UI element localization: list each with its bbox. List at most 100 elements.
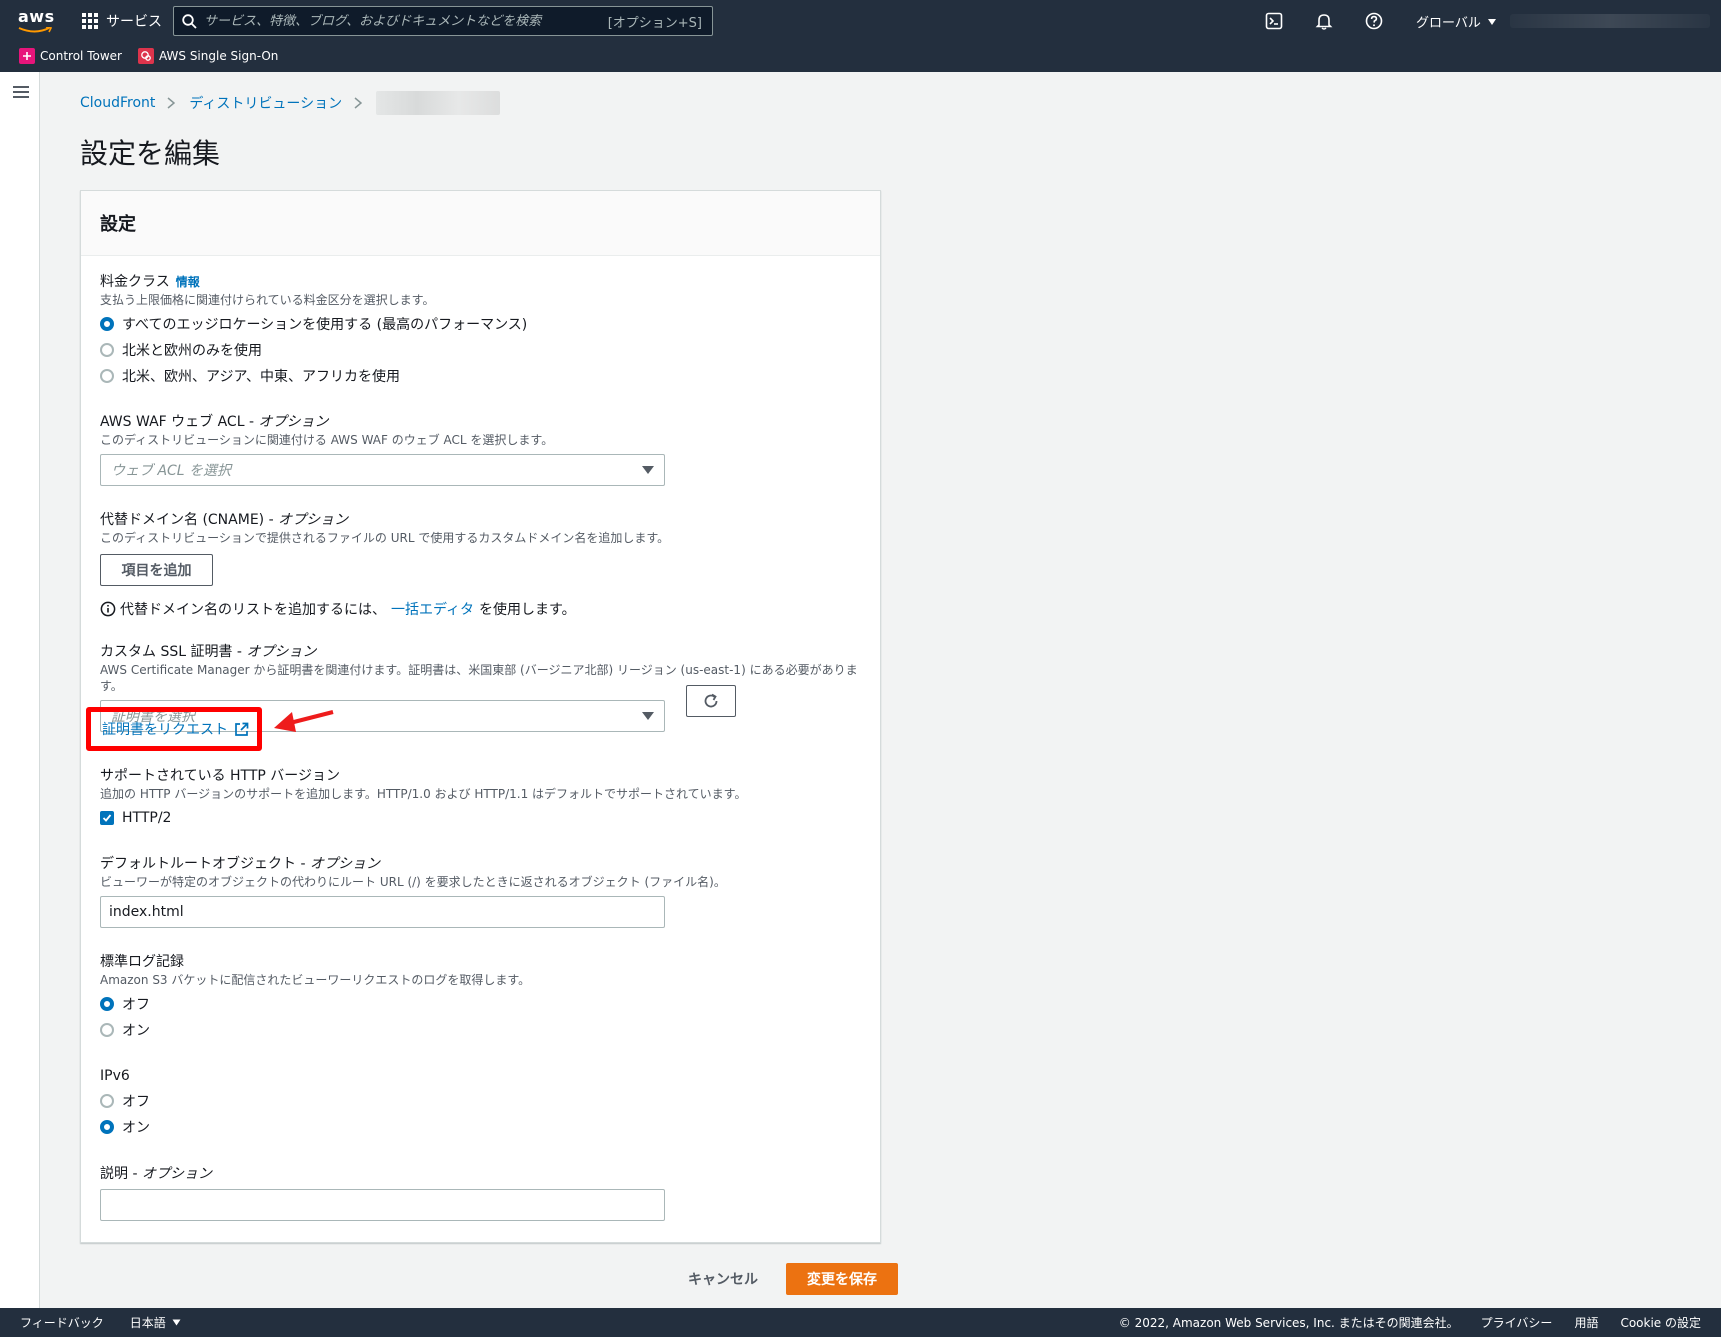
description-label: 説明 - オプション [100,1166,212,1182]
logging-option-off[interactable]: オフ [100,994,530,1014]
console-footer: フィードバック 日本語 © 2022, Amazon Web Services,… [0,1308,1721,1337]
root-object-description: ビューワーが特定のオブジェクトの代わりにルート URL (/) を要求したときに… [100,875,726,889]
ipv6-option-off[interactable]: オフ [100,1091,150,1111]
bulk-editor-note: 代替ドメイン名のリストを追加するには、 一括エディタ を使用します。 [100,599,669,619]
settings-header: 設定 [81,191,880,256]
caret-down-icon [642,712,654,720]
radio-label: オフ [122,997,150,1013]
radio-selected[interactable] [100,997,114,1011]
checkbox-checked[interactable] [100,811,114,825]
caret-down-icon [642,466,654,474]
save-changes-button[interactable]: 変更を保存 [786,1263,898,1295]
cancel-button[interactable]: キャンセル [660,1263,786,1295]
grid-icon [82,13,98,29]
http-version-field: サポートされている HTTP バージョン 追加の HTTP バージョンのサポート… [100,767,746,828]
help-icon[interactable] [1364,11,1384,31]
radio-label: オン [122,1023,150,1039]
aws-logo[interactable]: aws [18,8,54,34]
favorite-label: Control Tower [40,49,122,63]
region-selector[interactable]: グローバル [1416,12,1497,31]
search-icon [174,7,204,35]
logging-description: Amazon S3 バケットに配信されたビューワーリクエストのログを取得します。 [100,973,531,987]
price-class-option-all[interactable]: すべてのエッジロケーションを使用する (最高のパフォーマンス) [100,314,527,334]
ipv6-option-on[interactable]: オン [100,1117,150,1137]
favorite-control-tower[interactable]: Control Tower [19,48,122,64]
ssl-label: カスタム SSL 証明書 - オプション [100,644,317,660]
caret-down-icon [1487,18,1496,25]
request-certificate-highlight: 証明書をリクエスト [86,707,262,751]
favorite-label: AWS Single Sign-On [158,49,279,63]
breadcrumb-distributions[interactable]: ディストリビューション [189,93,342,113]
red-arrow-annotation [274,710,334,732]
terms-link[interactable]: 用語 [1574,1314,1598,1331]
price-class-label-row: 料金クラス 情報 [100,273,527,291]
cookie-settings-link[interactable]: Cookie の設定 [1620,1314,1701,1331]
page-title: 設定を編集 [80,137,221,170]
waf-select[interactable]: ウェブ ACL を選択 [100,454,665,486]
chevron-right-icon [354,97,364,109]
description-field: 説明 - オプション [100,1165,665,1221]
http-version-label: サポートされている HTTP バージョン [100,768,341,784]
request-certificate-link[interactable]: 証明書をリクエスト [102,719,249,739]
optional-tag: オプション [141,1166,212,1182]
aws-logo-text: aws [18,7,55,26]
radio-unselected[interactable] [100,343,114,357]
price-class-field: 料金クラス 情報 支払う上限価格に関連付けられている料金区分を選択します。 すべて… [100,273,527,386]
logging-label: 標準ログ記録 [100,954,184,970]
root-object-input[interactable] [100,896,665,928]
refresh-icon [704,693,718,708]
account-menu-redacted[interactable] [1510,14,1710,28]
breadcrumb-cloudfront[interactable]: CloudFront [80,95,155,111]
note-text: 代替ドメイン名のリストを追加するには、 [120,602,386,618]
note-text: を使用します。 [479,602,576,618]
cname-description: このディストリビューションで提供されるファイルの URL で使用するカスタムドメ… [100,531,670,545]
http2-checkbox-row[interactable]: HTTP/2 [100,808,746,828]
feedback-link[interactable]: フィードバック [20,1314,104,1331]
optional-tag: オプション [309,856,380,872]
bell-icon[interactable] [1314,11,1334,31]
cname-field: 代替ドメイン名 (CNAME) - オプション このディストリビューションで提供… [100,511,669,619]
radio-unselected[interactable] [100,1023,114,1037]
services-menu-button[interactable]: サービス [82,11,162,31]
ssl-description: AWS Certificate Manager から証明書を関連付けます。証明書… [100,663,858,693]
refresh-certificates-button[interactable] [686,685,736,717]
nav-main-row: aws サービス [オプション+S] グローバル [0,0,1721,42]
info-link[interactable]: 情報 [176,275,200,289]
waf-label: AWS WAF ウェブ ACL - オプション [100,414,329,430]
cloudshell-icon[interactable] [1264,11,1284,31]
ipv6-label: IPv6 [100,1068,130,1084]
optional-tag: オプション [246,644,317,660]
privacy-link[interactable]: プライバシー [1481,1314,1553,1331]
caret-down-icon [172,1319,181,1326]
waf-field: AWS WAF ウェブ ACL - オプション このディストリビューションに関連… [100,413,665,486]
logging-option-on[interactable]: オン [100,1020,530,1040]
breadcrumb-distribution-id-redacted [376,91,501,115]
description-label-text: 説明 [100,1166,128,1182]
radio-label: オフ [122,1094,150,1110]
menu-icon[interactable] [13,86,29,100]
radio-unselected[interactable] [100,1094,114,1108]
radio-selected[interactable] [100,1120,114,1134]
language-selector[interactable]: 日本語 [130,1314,181,1331]
price-class-description: 支払う上限価格に関連付けられている料金区分を選択します。 [100,293,435,307]
add-item-button[interactable]: 項目を追加 [100,554,213,586]
search-shortcut: [オプション+S] [607,15,702,31]
root-object-field: デフォルトルートオブジェクト - オプション ビューワーが特定のオブジェクトの代… [100,855,726,928]
price-class-option-na-eu-asia[interactable]: 北米、欧州、アジア、中東、アフリカを使用 [100,366,527,386]
cname-label-text: 代替ドメイン名 (CNAME) [100,512,265,528]
favorite-sso[interactable]: AWS Single Sign-On [137,48,279,64]
description-input[interactable] [100,1189,665,1221]
radio-label: 北米、欧州、アジア、中東、アフリカを使用 [122,369,401,385]
root-object-label-text: デフォルトルートオブジェクト [100,856,296,872]
price-class-option-na-eu[interactable]: 北米と欧州のみを使用 [100,340,527,360]
radio-unselected[interactable] [100,369,114,383]
bulk-editor-link[interactable]: 一括エディタ [391,599,474,619]
settings-title: 設定 [100,214,136,235]
cname-label: 代替ドメイン名 (CNAME) - オプション [100,512,349,528]
region-label: グローバル [1416,16,1481,31]
breadcrumb: CloudFront ディストリビューション [80,91,501,115]
search-input[interactable] [204,13,608,29]
radio-selected[interactable] [100,317,114,331]
external-link-icon [235,722,249,736]
check-icon [102,814,112,822]
